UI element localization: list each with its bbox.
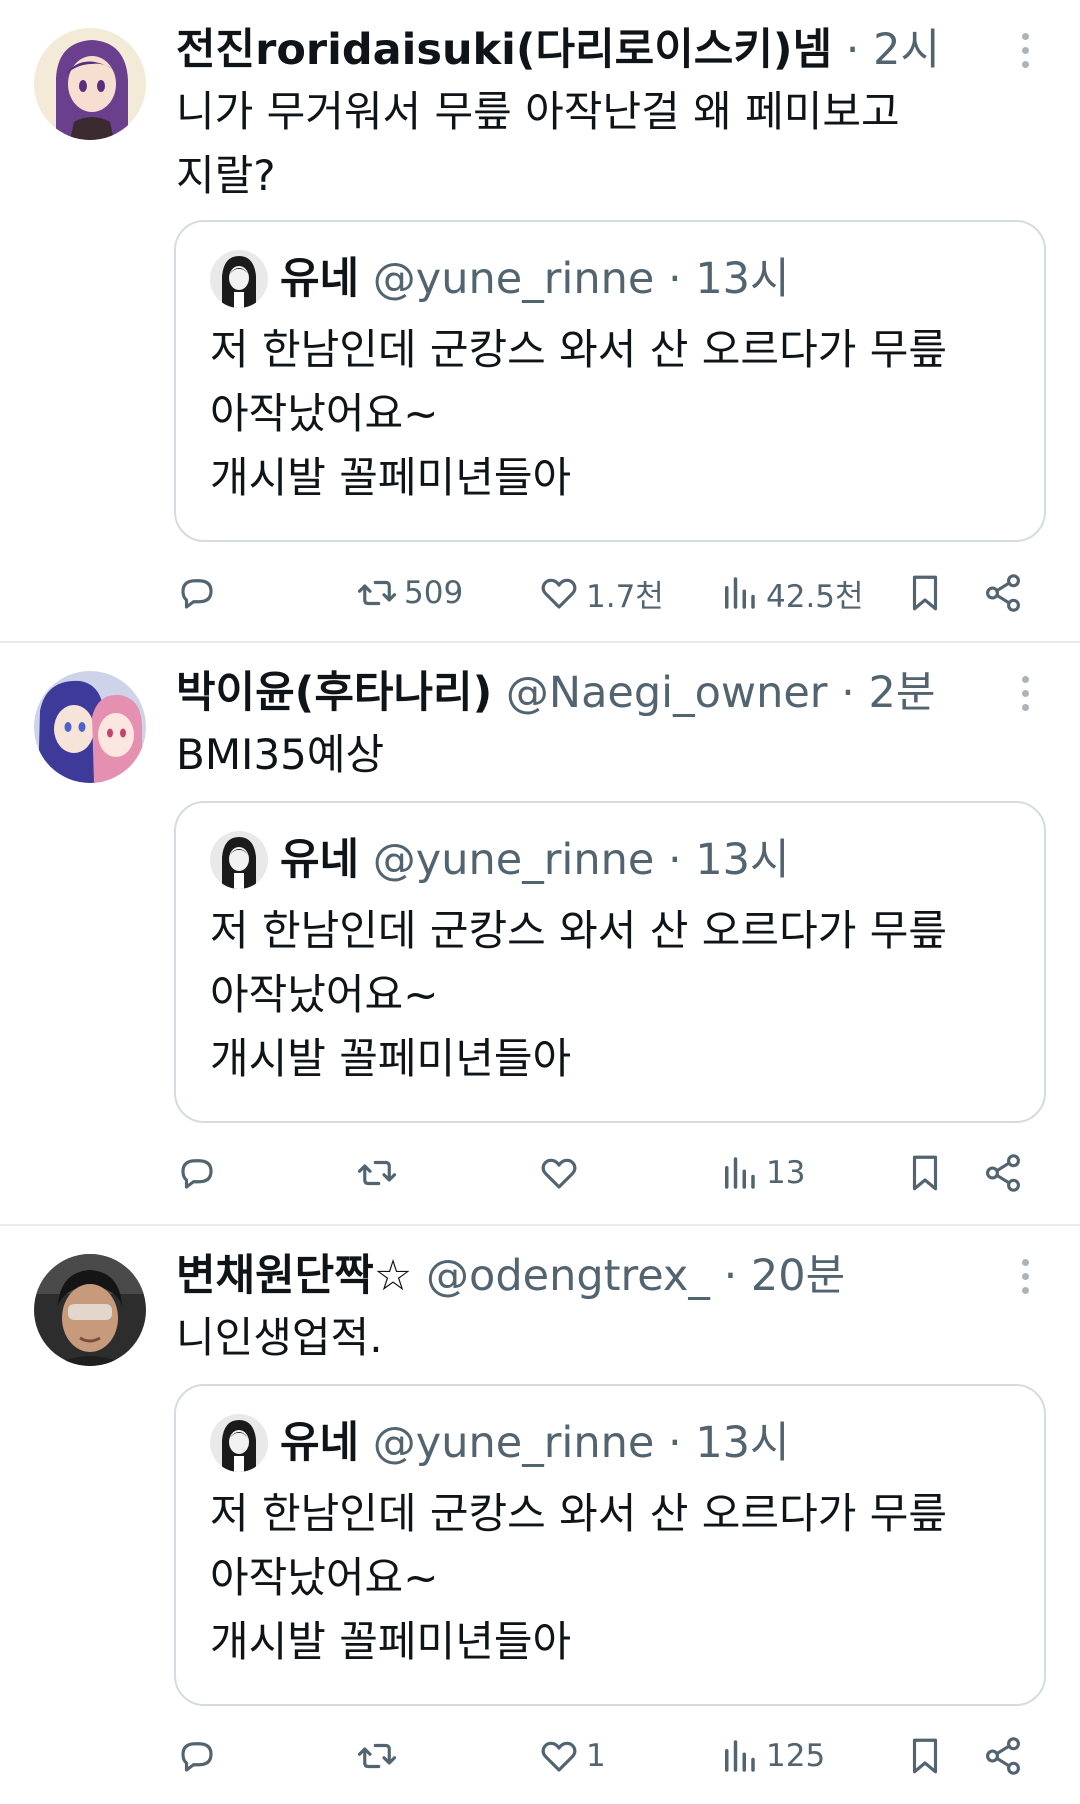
bookmark-icon — [912, 1155, 938, 1191]
heart-icon — [541, 1741, 577, 1772]
tweet[interactable]: 박이윤(후타나리) @Naegi_owner · 2분 BMI35예상 유네 @… — [0, 643, 1080, 1223]
bookmark-button[interactable] — [904, 1726, 946, 1786]
share-button[interactable] — [982, 1143, 1024, 1203]
avatar[interactable] — [34, 28, 146, 140]
quoted-tweet[interactable]: 유네 @yune_rinne · 13시 저 한남인데 군캉스 와서 산 오르다… — [174, 220, 1046, 542]
quoted-avatar — [210, 1414, 268, 1472]
like-count: 1.7천 — [586, 578, 664, 615]
reply-icon — [181, 1159, 213, 1189]
retweet-button[interactable]: 509 — [356, 563, 463, 623]
user-handle[interactable]: @Naegi_owner — [506, 668, 828, 718]
retweet-button[interactable] — [356, 1726, 404, 1786]
separator-dot: · — [667, 254, 682, 304]
display-name[interactable]: 박이윤(후타나리) — [176, 668, 492, 718]
view-count: 125 — [766, 1738, 826, 1774]
more-icon[interactable] — [1010, 30, 1040, 70]
timestamp[interactable]: 20분 — [751, 1251, 845, 1301]
quoted-header: 유네 @yune_rinne · 13시 — [280, 1412, 790, 1474]
quoted-display-name: 유네 — [280, 1418, 360, 1468]
view-count: 13 — [766, 1155, 806, 1191]
tweet-header: 변채원단짝☆ @odengtrex_ · 20분 — [176, 1246, 1026, 1306]
quoted-text: 저 한남인데 군캉스 와서 산 오르다가 무릎 아작났어요~ 개시발 꼴페미년들… — [210, 906, 947, 1083]
display-name[interactable]: 변채원단짝☆ — [176, 1251, 412, 1301]
separator-dot: · — [841, 668, 855, 718]
share-button[interactable] — [982, 1726, 1024, 1786]
quoted-text: 저 한남인데 군캉스 와서 산 오르다가 무릎 아작났어요~ 개시발 꼴페미년들… — [210, 1489, 947, 1666]
avatar[interactable] — [34, 671, 146, 783]
view-count: 42.5천 — [766, 578, 864, 615]
quoted-display-name: 유네 — [280, 254, 360, 304]
more-icon[interactable] — [1010, 673, 1040, 713]
action-bar: 13 — [174, 1143, 1034, 1203]
tweet[interactable]: 변채원단짝☆ @odengtrex_ · 20분 니인생업적. 유네 @yune… — [0, 1226, 1080, 1804]
share-button[interactable] — [982, 563, 1024, 623]
quoted-handle: @yune_rinne — [372, 254, 655, 304]
separator-dot: · — [723, 1251, 738, 1301]
views-icon — [725, 577, 755, 609]
quoted-timestamp: 13시 — [695, 1418, 790, 1468]
separator-dot: · — [667, 835, 682, 885]
share-icon — [986, 1737, 1020, 1775]
quoted-timestamp: 13시 — [695, 835, 790, 885]
reply-button[interactable] — [176, 1143, 218, 1203]
separator-dot: · — [845, 25, 860, 75]
action-bar: 1 125 — [174, 1726, 1034, 1786]
quoted-handle: @yune_rinne — [372, 835, 655, 885]
retweet-icon — [357, 580, 397, 606]
heart-icon — [541, 1158, 577, 1189]
tweet-text: BMI35예상 — [176, 730, 385, 779]
quoted-display-name: 유네 — [280, 835, 360, 885]
heart-icon — [541, 578, 577, 609]
bookmark-button[interactable] — [904, 563, 946, 623]
share-icon — [986, 1154, 1020, 1192]
bookmark-icon — [912, 575, 938, 611]
quoted-tweet[interactable]: 유네 @yune_rinne · 13시 저 한남인데 군캉스 와서 산 오르다… — [174, 1384, 1046, 1706]
timestamp[interactable]: 2시 — [873, 25, 940, 75]
like-button[interactable]: 1.7천 — [538, 563, 664, 623]
tweet-header: 전진roridaisuki(다리로이스키)넴 · 2시 — [176, 20, 1026, 80]
quoted-avatar — [210, 250, 268, 308]
bookmark-button[interactable] — [904, 1143, 946, 1203]
share-icon — [986, 574, 1020, 612]
quoted-timestamp: 13시 — [695, 254, 790, 304]
quoted-handle: @yune_rinne — [372, 1418, 655, 1468]
tweet-text: 니가 무거워서 무릎 아작난걸 왜 페미보고 지랄? — [176, 87, 900, 200]
action-bar: 509 1.7천 42.5천 — [174, 563, 1034, 623]
reply-icon — [181, 1742, 213, 1772]
bookmark-icon — [912, 1738, 938, 1774]
tweet[interactable]: 전진roridaisuki(다리로이스키)넴 · 2시 니가 무거워서 무릎 아… — [0, 0, 1080, 640]
display-name[interactable]: 전진roridaisuki(다리로이스키)넴 — [176, 25, 832, 75]
separator-dot: · — [667, 1418, 682, 1468]
quoted-text: 저 한남인데 군캉스 와서 산 오르다가 무릎 아작났어요~ 개시발 꼴페미년들… — [210, 325, 947, 502]
like-button[interactable] — [538, 1143, 586, 1203]
retweet-button[interactable] — [356, 1143, 404, 1203]
views-button[interactable]: 125 — [718, 1726, 825, 1786]
like-button[interactable]: 1 — [538, 1726, 606, 1786]
views-icon — [725, 1740, 755, 1772]
user-handle[interactable]: @odengtrex_ — [426, 1251, 710, 1301]
reply-button[interactable] — [176, 1726, 218, 1786]
timestamp[interactable]: 2분 — [869, 668, 936, 718]
retweet-icon — [357, 1160, 397, 1186]
tweet-text: 니인생업적. — [176, 1313, 383, 1362]
quoted-header: 유네 @yune_rinne · 13시 — [280, 248, 790, 310]
reply-button[interactable] — [176, 563, 218, 623]
avatar[interactable] — [34, 1254, 146, 1366]
tweet-header: 박이윤(후타나리) @Naegi_owner · 2분 — [176, 663, 1026, 723]
like-count: 1 — [586, 1738, 606, 1774]
more-icon[interactable] — [1010, 1256, 1040, 1296]
views-button[interactable]: 42.5천 — [718, 563, 864, 623]
quoted-tweet[interactable]: 유네 @yune_rinne · 13시 저 한남인데 군캉스 와서 산 오르다… — [174, 801, 1046, 1123]
quoted-avatar — [210, 831, 268, 889]
views-button[interactable]: 13 — [718, 1143, 805, 1203]
quoted-header: 유네 @yune_rinne · 13시 — [280, 829, 790, 891]
retweet-icon — [357, 1743, 397, 1769]
retweet-count: 509 — [404, 575, 464, 611]
reply-icon — [181, 579, 213, 609]
views-icon — [725, 1157, 755, 1189]
